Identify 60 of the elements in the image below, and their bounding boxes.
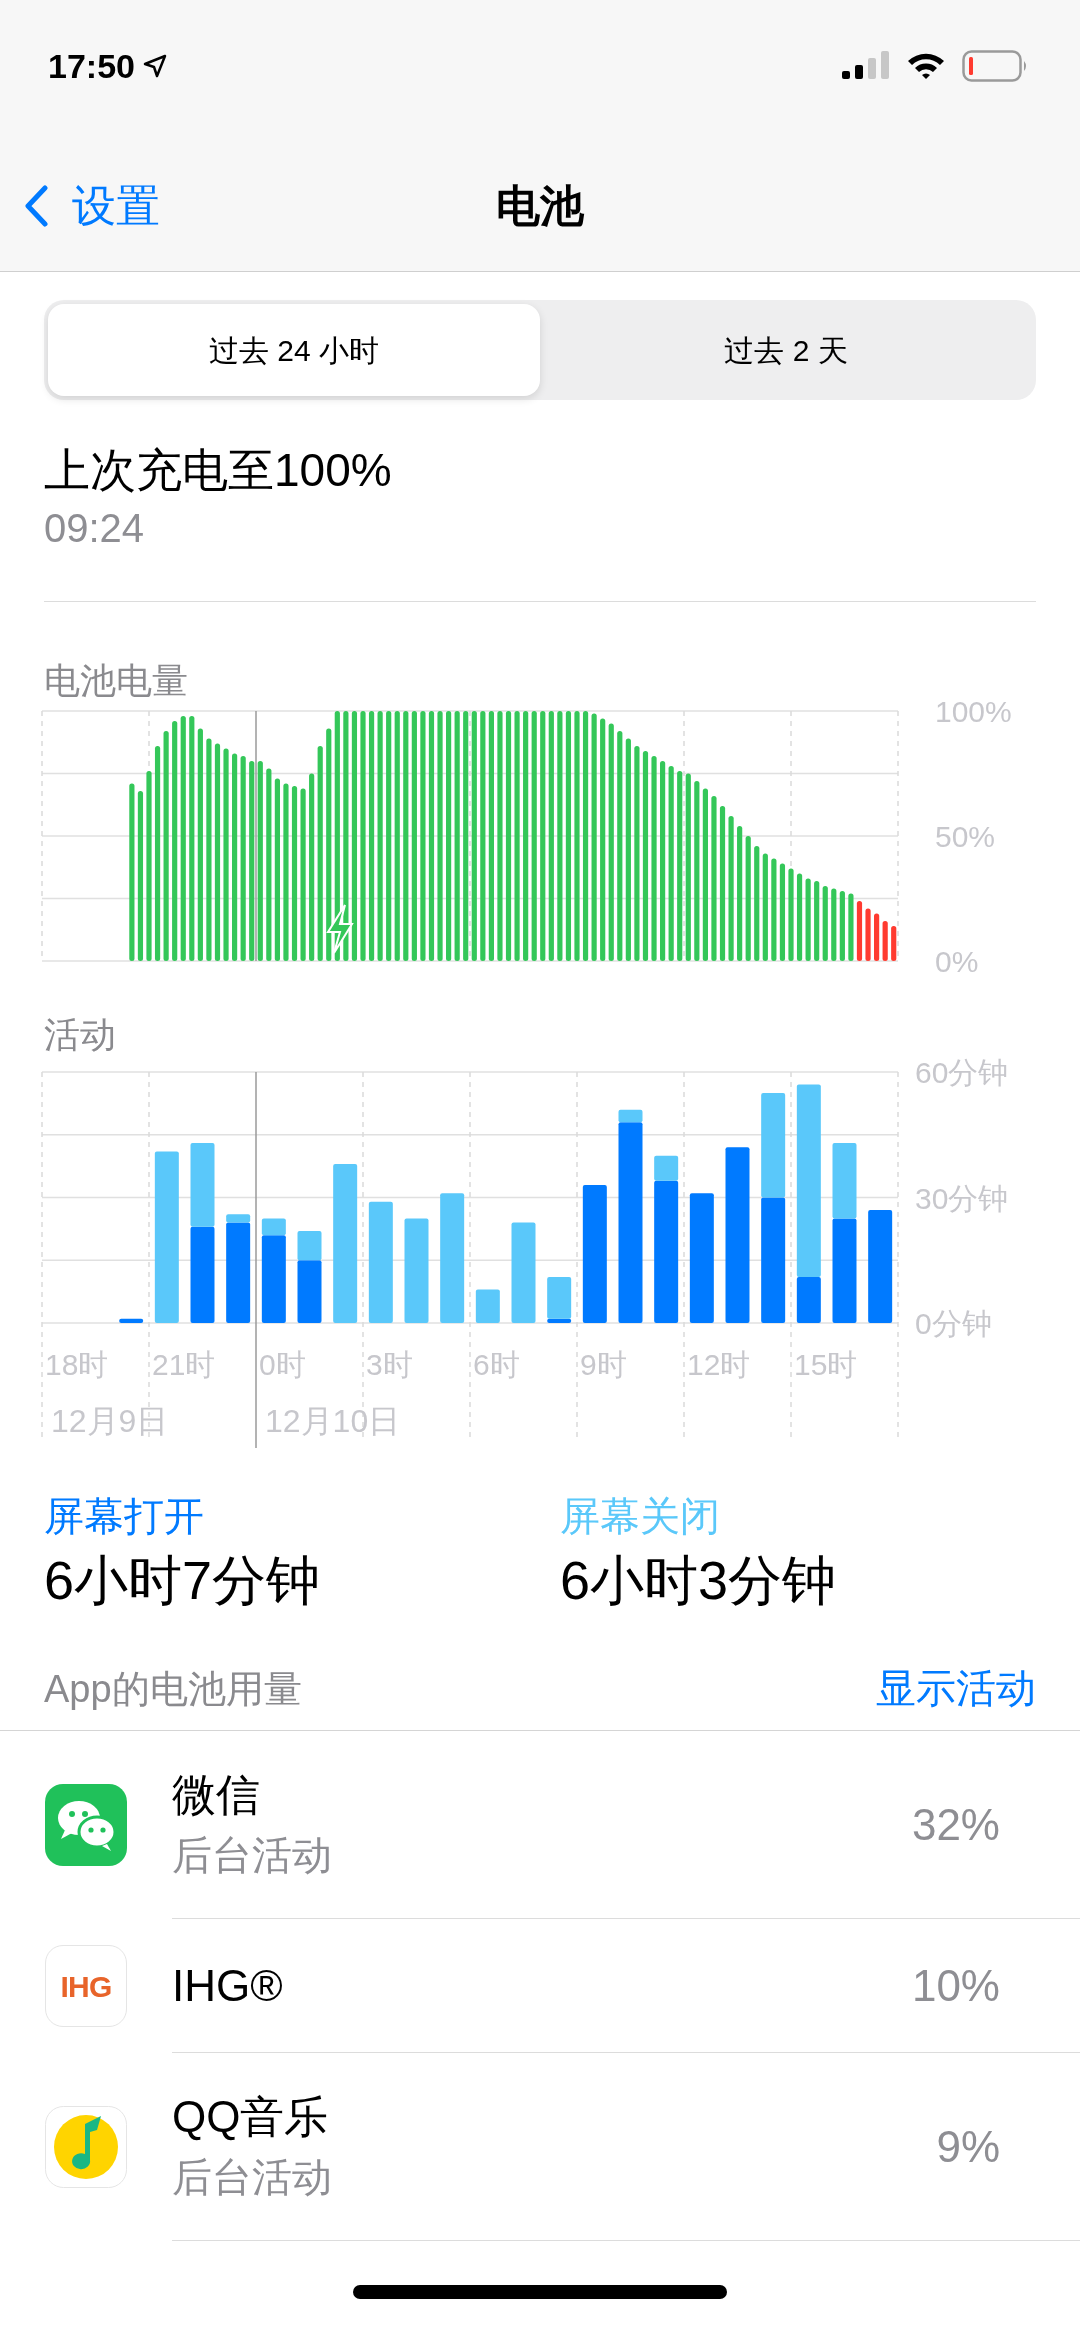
chat-bubbles-icon — [45, 1784, 127, 1866]
chevron-left-icon — [24, 184, 48, 227]
wifi-icon — [906, 51, 946, 81]
segment-tab[interactable]: 过去 24 小时 — [48, 304, 540, 396]
axis-label: 30分钟 — [915, 1181, 1009, 1215]
battery-low-icon — [962, 50, 1028, 82]
app-name: IHG® — [172, 1959, 284, 2012]
app-icon: IHG — [45, 1945, 127, 2027]
signal-icon — [842, 51, 890, 81]
page-title: 电池 — [496, 179, 584, 232]
axis-label: 15时 — [794, 1348, 858, 1381]
battery-bar — [848, 893, 854, 961]
axis-label: 18时 — [45, 1348, 109, 1381]
axis-label: 9时 — [580, 1348, 627, 1381]
usage-percent: 9% — [936, 2120, 1000, 2173]
app-name: 微信 — [172, 1768, 261, 1821]
duration-value: 6小时7分钟 — [44, 1549, 322, 1612]
battery-bar — [891, 926, 897, 961]
usage-percent: 10% — [911, 1959, 1000, 2012]
battery-bar — [874, 913, 880, 961]
axis-label: 50% — [935, 820, 996, 853]
app-detail: 后台活动 — [172, 2153, 333, 2201]
axis-label: 0% — [935, 945, 979, 975]
axis-label: 3时 — [366, 1348, 413, 1381]
back-button[interactable]: 设置 — [0, 172, 160, 239]
location-arrow-icon — [142, 54, 167, 78]
battery-bar — [865, 908, 871, 961]
legend-label: 屏幕打开 — [44, 1493, 205, 1540]
app-row[interactable]: 微信 后台活动 32% — [0, 1731, 1080, 1919]
duration-value: 6小时3分钟 — [560, 1549, 838, 1612]
battery-bar — [856, 901, 863, 961]
app-row[interactable]: IHG IHG® 10% — [0, 1919, 1080, 2053]
section-title: 电池电量 — [44, 660, 188, 701]
app-name: QQ音乐 — [172, 2090, 330, 2143]
section-title: App的电池用量 — [44, 1667, 302, 1712]
last-charge-title: 上次充电至100% — [44, 443, 393, 498]
battery-bar — [839, 891, 845, 961]
date-label: 12月10日 — [265, 1403, 401, 1439]
axis-label: 60分钟 — [915, 1056, 1009, 1089]
usage-percent: 32% — [911, 1798, 1000, 1851]
app-row[interactable]: QQ音乐 后台活动 9% — [0, 2053, 1080, 2241]
axis-label: 12时 — [687, 1348, 751, 1381]
activity-bar — [119, 1318, 144, 1323]
app-detail: 后台活动 — [172, 1831, 333, 1879]
show-activity-link[interactable]: 显示活动 — [876, 1658, 1036, 1718]
music-note-icon — [45, 2106, 127, 2188]
status-time: 17:50 — [48, 45, 135, 87]
segment-tab[interactable]: 过去 2 天 — [540, 304, 1032, 396]
axis-label: 0时 — [259, 1348, 306, 1381]
activity-bar — [475, 1289, 500, 1323]
lightning-icon — [326, 904, 354, 954]
section-title: 活动 — [44, 1014, 116, 1055]
last-charge-time: 09:24 — [44, 505, 146, 552]
axis-label: 21时 — [152, 1348, 216, 1381]
axis-label: 100% — [935, 700, 1012, 728]
axis-label: 6时 — [473, 1348, 520, 1381]
battery-bar — [882, 921, 888, 961]
legend-label: 屏幕关闭 — [560, 1493, 721, 1540]
date-label: 12月9日 — [51, 1403, 169, 1439]
axis-label: 0分钟 — [915, 1307, 992, 1340]
